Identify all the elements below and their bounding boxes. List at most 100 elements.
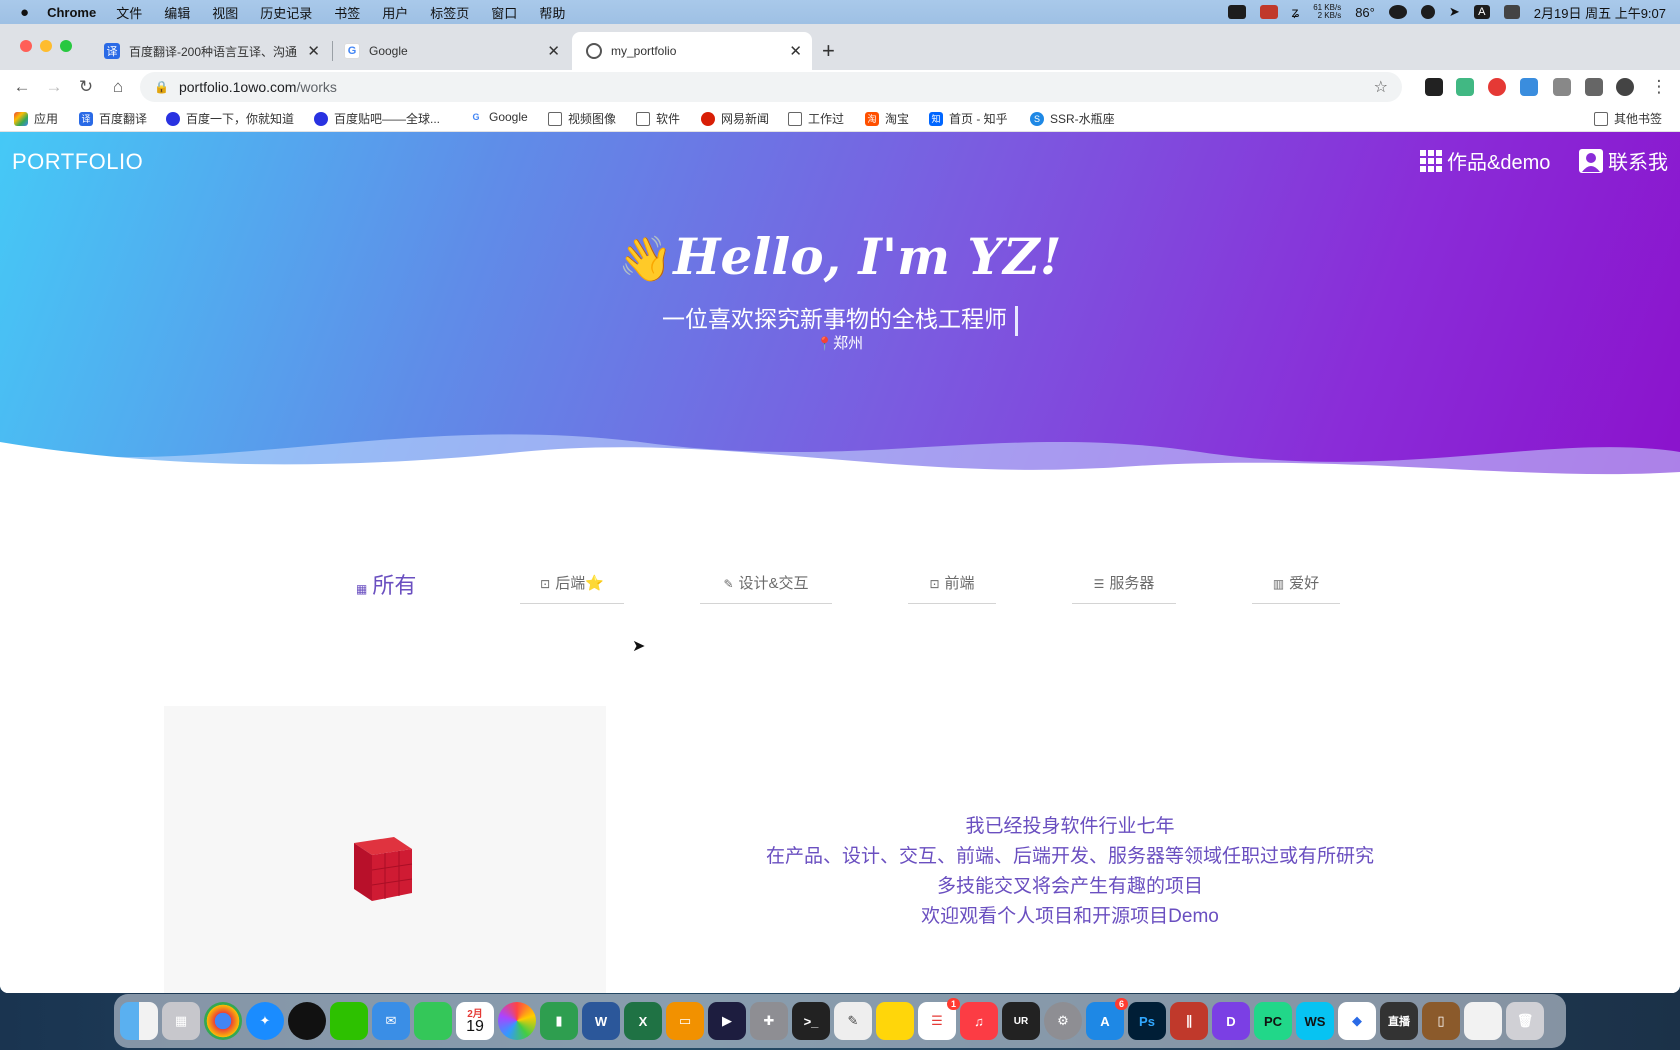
input-method-icon[interactable]: A [1473, 5, 1490, 19]
ur-c-icon[interactable]: UR [1002, 1002, 1040, 1040]
translate-extension-icon[interactable] [1520, 78, 1538, 96]
chrome-icon[interactable] [204, 1002, 242, 1040]
game-controller-icon[interactable]: ✚ [750, 1002, 788, 1040]
eyedropper-icon[interactable] [1553, 78, 1571, 96]
menu-people[interactable]: 用户 [382, 3, 408, 22]
filter-server[interactable]: ☰ 服务器 [1072, 572, 1176, 604]
bookmark-tieba[interactable]: 百度贴吧——全球... [314, 110, 440, 127]
documents-folder-icon[interactable] [1464, 1002, 1502, 1040]
media-player-icon[interactable]: ▶ [708, 1002, 746, 1040]
forward-icon[interactable]: → [42, 75, 66, 99]
bookmark-google[interactable]: G Google [469, 110, 528, 124]
extensions-puzzle-icon[interactable] [1585, 78, 1603, 96]
bookmark-folder-work[interactable]: 工作过 [788, 110, 844, 127]
datetime[interactable]: 2月19日 周五 上午9:07 [1534, 3, 1666, 22]
filter-all[interactable]: ▦ 所有 [356, 568, 416, 610]
send-icon[interactable]: ➤ [1449, 4, 1460, 20]
tab-google[interactable]: G Google ✕ [330, 32, 570, 70]
site-brand[interactable]: PORTFOLIO [12, 149, 143, 175]
excel-icon[interactable]: X [624, 1002, 662, 1040]
vue-devtools-icon[interactable] [1456, 78, 1474, 96]
screen-record-icon[interactable] [1227, 5, 1246, 19]
photos-icon[interactable] [498, 1002, 536, 1040]
extension-icon[interactable] [1425, 78, 1443, 96]
notes-icon[interactable] [876, 1002, 914, 1040]
tab-baidu-translate[interactable]: 译 百度翻译-200种语言互译、沟通 ✕ [90, 32, 330, 70]
adblock-icon[interactable] [1488, 78, 1506, 96]
bookmark-apps[interactable]: 应用 [14, 110, 58, 127]
address-bar[interactable]: 🔒 portfolio.1owo.com/works ☆ [140, 72, 1402, 102]
menu-edit[interactable]: 编辑 [164, 3, 190, 22]
photoshop-icon[interactable]: Ps [1128, 1002, 1166, 1040]
bookmark-star-icon[interactable]: ☆ [1374, 77, 1388, 97]
home-icon[interactable]: ⌂ [106, 75, 130, 99]
more-menu-icon[interactable]: ⋮ [1647, 75, 1671, 99]
bookmark-ssr[interactable]: S SSR-水瓶座 [1030, 110, 1115, 127]
messages-icon[interactable] [414, 1002, 452, 1040]
numbers-icon[interactable]: ▮ [540, 1002, 578, 1040]
bookmark-netease[interactable]: 网易新闻 [701, 110, 769, 127]
close-tab-icon[interactable]: ✕ [547, 42, 560, 60]
reload-icon[interactable]: ↻ [74, 75, 98, 99]
pycharm-icon[interactable]: PC [1254, 1002, 1292, 1040]
back-icon[interactable]: ← [10, 75, 34, 99]
bookmark-folder-software[interactable]: 软件 [636, 110, 680, 127]
reminders-icon[interactable]: ☰ 1 [918, 998, 960, 1040]
tab-my-portfolio[interactable]: my_portfolio ✕ [572, 32, 812, 70]
menu-bookmarks[interactable]: 书签 [334, 3, 360, 22]
script-editor-icon[interactable]: ✎ [834, 1002, 872, 1040]
archive-icon[interactable]: ▯ [1422, 1002, 1460, 1040]
lock-icon[interactable]: 🔒 [154, 80, 169, 94]
profile-avatar[interactable] [1616, 78, 1634, 96]
webstorm-icon[interactable]: WS [1296, 1002, 1334, 1040]
parallels-icon[interactable] [1259, 5, 1278, 19]
apple-menu-icon[interactable]: ● [20, 4, 29, 21]
safari-icon[interactable]: ✦ [246, 1002, 284, 1040]
wechat-icon[interactable] [330, 1002, 368, 1040]
launchpad-icon[interactable]: ▦ [162, 1002, 200, 1040]
bookmark-baidu-translate[interactable]: 译 百度翻译 [79, 110, 147, 127]
sync-icon[interactable]: ʑ [1292, 4, 1300, 20]
filter-frontend[interactable]: ⊡ 前端 [908, 572, 996, 604]
menu-history[interactable]: 历史记录 [260, 3, 312, 22]
nav-works-link[interactable]: 作品&demo [1419, 146, 1550, 175]
filter-hobby[interactable]: ▥ 爱好 [1252, 572, 1340, 604]
finder-icon[interactable] [120, 1002, 158, 1040]
nav-contact-link[interactable]: 联系我 [1578, 146, 1668, 175]
menu-tab[interactable]: 标签页 [430, 3, 469, 22]
close-window-icon[interactable] [20, 40, 32, 52]
bookmark-folder-video[interactable]: 视频图像 [548, 110, 616, 127]
bookmark-other[interactable]: 其他书签 [1594, 110, 1662, 127]
menu-window[interactable]: 窗口 [491, 3, 517, 22]
calendar-icon[interactable]: 2月 19 [456, 1002, 494, 1040]
terminal-icon[interactable]: >_ [792, 1002, 830, 1040]
live-app-icon[interactable]: ◆ [1338, 1002, 1376, 1040]
bookmark-taobao[interactable]: 淘 淘宝 [865, 110, 909, 127]
music-icon[interactable]: ♫ [960, 1002, 998, 1040]
live-streaming-icon[interactable]: 直播 [1380, 1002, 1418, 1040]
control-center-icon[interactable] [1503, 5, 1520, 19]
new-tab-button[interactable]: + [822, 38, 835, 64]
close-tab-icon[interactable]: ✕ [307, 42, 320, 60]
bookmark-baidu[interactable]: 百度一下，你就知道 [166, 110, 294, 127]
minimize-window-icon[interactable] [40, 40, 52, 52]
parallels-icon[interactable]: ∥ [1170, 1002, 1208, 1040]
menu-file[interactable]: 文件 [116, 3, 142, 22]
qq-icon[interactable] [1420, 5, 1435, 19]
close-tab-icon[interactable]: ✕ [789, 42, 802, 60]
word-icon[interactable]: W [582, 1002, 620, 1040]
menu-view[interactable]: 视图 [212, 3, 238, 22]
menu-help[interactable]: 帮助 [539, 3, 565, 22]
app-store-icon[interactable]: A6 [1086, 998, 1128, 1040]
zoom-window-icon[interactable] [60, 40, 72, 52]
demo-card[interactable] [164, 706, 606, 993]
filter-backend[interactable]: ⊡ 后端⭐ [520, 572, 624, 604]
datagrip-icon[interactable]: D [1212, 1002, 1250, 1040]
mail-icon[interactable]: ✉ [372, 1002, 410, 1040]
books-icon[interactable]: ▭ [666, 1002, 704, 1040]
trash-icon[interactable]: 🗑 [1506, 1002, 1544, 1040]
system-preferences-icon[interactable]: ⚙ [1044, 1002, 1082, 1040]
qq-icon[interactable] [288, 1002, 326, 1040]
menu-app-name[interactable]: Chrome [47, 5, 96, 20]
wechat-icon[interactable] [1388, 5, 1407, 19]
